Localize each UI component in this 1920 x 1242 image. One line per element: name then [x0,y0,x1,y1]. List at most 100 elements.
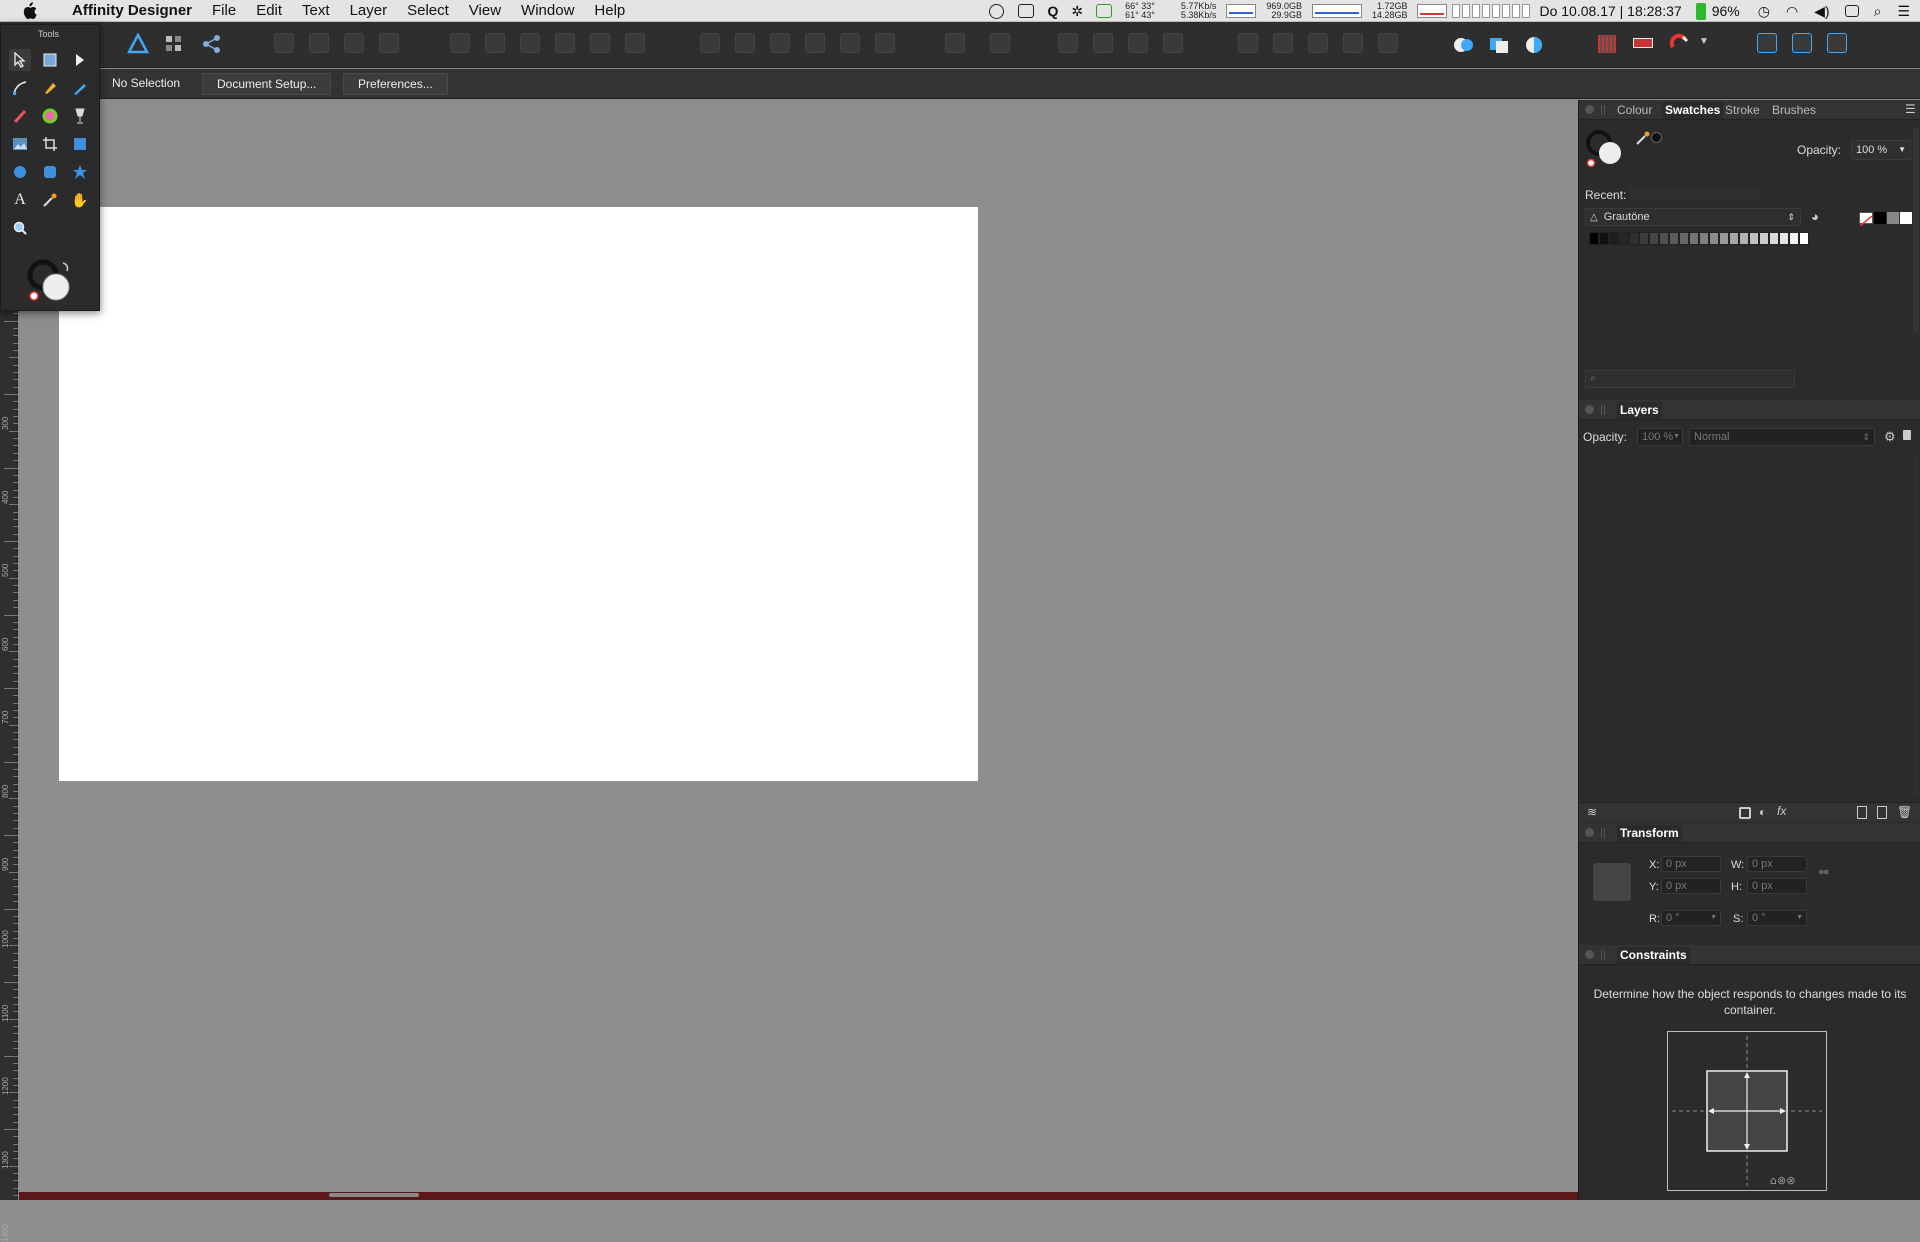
spotlight-icon[interactable]: ⌕ [1874,3,1882,20]
tab-colour[interactable]: Colour [1617,103,1652,117]
blend-mode-select[interactable]: Normal ⇕ [1689,428,1875,446]
boolean-divide-button[interactable] [1378,33,1398,53]
crop-tool[interactable] [39,133,61,155]
disk-readout[interactable]: 969.0GB 29.9GB [1266,2,1302,20]
battery-icon[interactable] [1695,2,1706,20]
close-panel-icon[interactable] [1585,405,1594,414]
layers-opacity-input[interactable]: 100 % ▼ [1637,428,1683,446]
align-center-button[interactable] [485,33,505,53]
menu-app-name[interactable]: Affinity Designer [54,0,202,22]
none-swatch[interactable] [1859,212,1873,227]
ellipse-tool[interactable] [9,161,31,183]
add-layer-icon[interactable] [1857,806,1867,819]
distribute-button[interactable] [770,33,790,53]
white-swatch[interactable] [1900,212,1912,224]
rounded-rectangle-tool[interactable] [39,161,61,183]
menu-window[interactable]: Window [511,0,584,22]
tab-layers[interactable]: Layers [1617,402,1662,419]
pencil-tool[interactable] [69,77,91,99]
menu-text[interactable]: Text [292,0,340,22]
align-left-button[interactable] [450,33,470,53]
pixel-persona-icon[interactable] [165,35,183,53]
network-readout[interactable]: 5.77Kb/s 5.38Kb/s [1181,2,1217,20]
geometry-add-icon[interactable] [1453,35,1475,55]
swatch-cell[interactable] [1639,232,1649,245]
move-tool[interactable] [9,49,31,71]
distribute-button[interactable] [875,33,895,53]
align-middle-button[interactable] [590,33,610,53]
flip-horizontal-button[interactable] [1058,33,1078,53]
adjustment-layer-icon[interactable]: ◐ [1759,805,1766,819]
move-back-button[interactable] [344,33,364,53]
rectangle-tool[interactable] [69,133,91,155]
w-input[interactable]: 0 px [1747,856,1807,872]
ungroup-button[interactable] [309,33,329,53]
swatch-cell[interactable] [1739,232,1749,245]
distribute-button[interactable] [700,33,720,53]
pen-tool[interactable] [39,77,61,99]
designer-persona-icon[interactable] [127,33,149,55]
recent-swatches[interactable] [1629,186,1759,200]
menu-file[interactable]: File [202,0,246,22]
layers-stack-icon[interactable]: ≋ [1587,805,1597,819]
menu-select[interactable]: Select [397,0,459,22]
swatch-cell[interactable] [1789,232,1799,245]
rotate-right-button[interactable] [1163,33,1183,53]
volume-icon[interactable]: ◀) [1814,3,1829,20]
place-image-tool[interactable] [9,133,31,155]
node-tool[interactable] [69,49,91,71]
document-setup-button[interactable]: Document Setup... [202,73,332,95]
delete-layer-icon[interactable]: 🗑 [1897,805,1912,819]
notification-center-icon[interactable]: ☰ [1897,3,1910,20]
geometry-intersect-icon[interactable] [1523,35,1545,55]
swatch-cell[interactable] [1719,232,1729,245]
eyedropper-icon[interactable] [1635,130,1651,146]
palette-options-icon[interactable]: ◕ [1811,209,1819,224]
constraints-diagram[interactable]: ⌂⊗⊗ [1667,1031,1827,1191]
align-right-button[interactable] [520,33,540,53]
view-mode-button[interactable] [1792,33,1812,53]
swatch-cell[interactable] [1759,232,1769,245]
distribute-button[interactable] [735,33,755,53]
mask-layer-icon[interactable] [1739,807,1751,819]
close-panel-icon[interactable] [1585,105,1594,114]
gray-swatch[interactable] [1887,212,1899,224]
tab-transform[interactable]: Transform [1617,825,1682,842]
picked-color-swatch[interactable] [1651,132,1662,143]
x-input[interactable]: 0 px [1661,856,1721,872]
snapping-options-button[interactable] [1633,38,1653,48]
flip-vertical-button[interactable] [1093,33,1113,53]
layers-list[interactable] [1579,452,1920,802]
swatch-cell[interactable] [1649,232,1659,245]
star-tool[interactable] [69,161,91,183]
insert-inside-button[interactable] [945,33,965,53]
layers-scrollbar[interactable] [1913,456,1919,796]
panel-menu-icon[interactable]: ☰ [1905,102,1916,116]
menu-view[interactable]: View [459,0,511,22]
zoom-tool[interactable] [9,217,31,239]
horizontal-scrollbar[interactable] [19,1192,1578,1200]
swatch-fill-stroke-selector[interactable] [1585,128,1627,170]
apple-icon[interactable] [20,1,38,20]
fill-tool[interactable] [39,105,61,127]
wifi-icon[interactable]: ◠ [1786,3,1798,20]
swatch-cell[interactable] [1729,232,1739,245]
close-panel-icon[interactable] [1585,950,1594,959]
color-picker-tool[interactable] [39,189,61,211]
tab-swatches[interactable]: Swatches [1662,102,1724,119]
temperature-readout[interactable]: 66° 33° 61° 43° [1125,2,1155,20]
snapping-dropdown-icon[interactable]: ▼ [1699,36,1709,47]
move-front-button[interactable] [379,33,399,53]
menu-layer[interactable]: Layer [340,0,398,22]
q-icon[interactable]: Q [1048,3,1059,19]
preferences-button[interactable]: Preferences... [343,73,448,95]
boolean-intersect-button[interactable] [1308,33,1328,53]
y-input[interactable]: 0 px [1661,878,1721,894]
datetime[interactable]: Do 10.08.17 | 18:28:37 [1539,3,1681,19]
swatch-cell[interactable] [1749,232,1759,245]
swatch-cell[interactable] [1799,232,1809,245]
document-artboard[interactable] [59,207,978,781]
align-top-button[interactable] [555,33,575,53]
drag-handle[interactable] [1601,950,1605,960]
distribute-button[interactable] [805,33,825,53]
